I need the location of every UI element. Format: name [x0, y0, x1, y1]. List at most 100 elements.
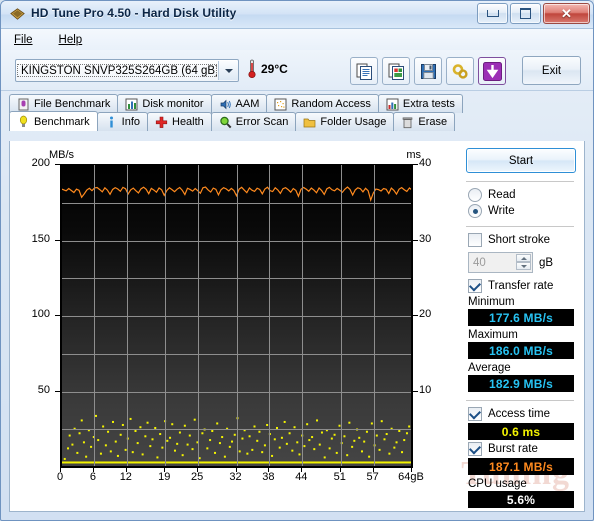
chart-x-tick: 57 [366, 471, 379, 483]
stepper-down-button[interactable] [516, 262, 531, 270]
access-time-point [313, 448, 316, 451]
access-time-point [119, 433, 122, 436]
tab-erase-label: Erase [418, 116, 448, 128]
tab-random-access[interactable]: Random Access [266, 94, 379, 113]
access-time-point [335, 451, 338, 454]
access-time-point [253, 425, 256, 428]
maximum-label: Maximum [468, 329, 518, 341]
drive-select-arrow[interactable] [218, 61, 238, 80]
stepper-up-button[interactable] [516, 254, 531, 262]
access-time-label: Access time [488, 408, 550, 420]
folder-icon [304, 118, 316, 127]
checkbox-burst-rate[interactable]: Burst rate [468, 442, 576, 456]
chart-gridline-h [61, 354, 412, 355]
chart-right-tick-mark [413, 315, 418, 316]
access-time-point [323, 456, 326, 459]
minimize-button[interactable] [477, 3, 508, 24]
access-time-point [333, 433, 336, 436]
radio-read-label: Read [488, 189, 516, 201]
tab-health[interactable]: Health [147, 112, 212, 131]
access-time-point [186, 443, 189, 446]
chart-x-tick-mark [268, 468, 270, 472]
access-time-point [80, 419, 83, 422]
maximize-button[interactable] [510, 3, 541, 24]
chart-x-tick-mark [372, 468, 374, 472]
tab-disk-monitor[interactable]: Disk monitor [117, 94, 212, 113]
average-value: 182.9 MB/s [468, 375, 574, 392]
chart-gridline-h [61, 278, 412, 279]
stepper-buttons[interactable] [512, 254, 531, 270]
checkbox-access-time[interactable]: Access time [468, 407, 576, 421]
start-button[interactable]: Start [466, 148, 576, 173]
settings-button[interactable] [446, 57, 474, 85]
tab-info-label: Info [121, 116, 140, 128]
chart-right-tick: 30 [419, 232, 432, 245]
chart-bottom-axis [60, 466, 413, 468]
copy-image-icon [388, 63, 404, 80]
chevron-down-icon [224, 68, 233, 73]
access-time-point [67, 447, 70, 450]
menu-file-label: File [14, 33, 33, 46]
access-time-point [136, 442, 139, 445]
chart-x-tick-mark [301, 468, 303, 472]
tab-extra-tests[interactable]: Extra tests [377, 94, 463, 113]
access-time-point [166, 439, 169, 442]
access-time-point [169, 436, 172, 439]
exit-button[interactable]: Exit [522, 56, 581, 85]
copy-image-button[interactable] [382, 57, 410, 85]
radio-write[interactable]: Write [468, 204, 576, 218]
access-time-point [149, 445, 152, 448]
access-time-point [378, 448, 381, 451]
radio-read[interactable]: Read [468, 188, 576, 202]
window-controls: ✕ [477, 3, 590, 24]
access-time-point [263, 444, 266, 447]
menu-file[interactable]: File [11, 32, 36, 48]
tab-info[interactable]: Info [96, 112, 148, 131]
access-time-point [306, 423, 309, 426]
access-time-point [368, 455, 371, 458]
copy-text-button[interactable] [350, 57, 378, 85]
tab-error-scan[interactable]: Error Scan [210, 112, 297, 131]
tab-aam[interactable]: AAM [210, 94, 268, 113]
chart-right-tick: 10 [419, 383, 432, 396]
tab-folder-usage[interactable]: Folder Usage [295, 112, 395, 131]
access-time-point [380, 420, 383, 423]
access-time-point [388, 452, 391, 455]
save-button[interactable] [414, 57, 442, 85]
short-stroke-size-row: 40 gB [468, 252, 576, 273]
chart-gridline-h [61, 392, 412, 393]
minimum-label: Minimum [468, 296, 515, 308]
download-button[interactable] [478, 57, 506, 85]
chart-x-tick-mark [92, 468, 94, 472]
checkbox-transfer-rate[interactable]: Transfer rate [468, 279, 576, 293]
chart-x-tick-mark [235, 468, 237, 472]
access-time-point [82, 441, 85, 444]
benchmark-panel: Tuning MB/s ms 50100150200 10203040 0612… [9, 141, 585, 512]
chart-x-tick: 25 [190, 471, 204, 483]
access-time-point [129, 417, 132, 420]
tab-erase[interactable]: Erase [393, 112, 456, 131]
menu-help[interactable]: Help [56, 32, 86, 48]
chart-gridline-h [61, 241, 412, 242]
drive-select[interactable]: KINGSTON SNVP325S264GB (64 gB) [15, 59, 239, 82]
short-stroke-stepper[interactable]: 40 [468, 252, 533, 273]
access-time-point [188, 434, 191, 437]
access-time-point [223, 455, 226, 458]
close-button[interactable]: ✕ [543, 3, 590, 24]
speaker-icon [220, 99, 231, 109]
access-time-point [206, 447, 209, 450]
access-time-point [408, 425, 411, 428]
radio-write-icon [468, 204, 482, 218]
health-cross-icon [155, 116, 168, 128]
access-time-point [68, 434, 71, 437]
access-time-point [209, 439, 212, 442]
chart-left-axis [60, 164, 62, 467]
access-time-point [316, 419, 319, 422]
tab-benchmark[interactable]: Benchmark [9, 111, 98, 131]
toolbar-buttons [350, 57, 506, 85]
tab-folder-usage-label: Folder Usage [320, 116, 387, 128]
checkbox-short-stroke[interactable]: Short stroke [468, 233, 576, 247]
access-time-point [114, 440, 117, 443]
divider-1 [466, 181, 574, 182]
access-time-point [348, 421, 351, 424]
